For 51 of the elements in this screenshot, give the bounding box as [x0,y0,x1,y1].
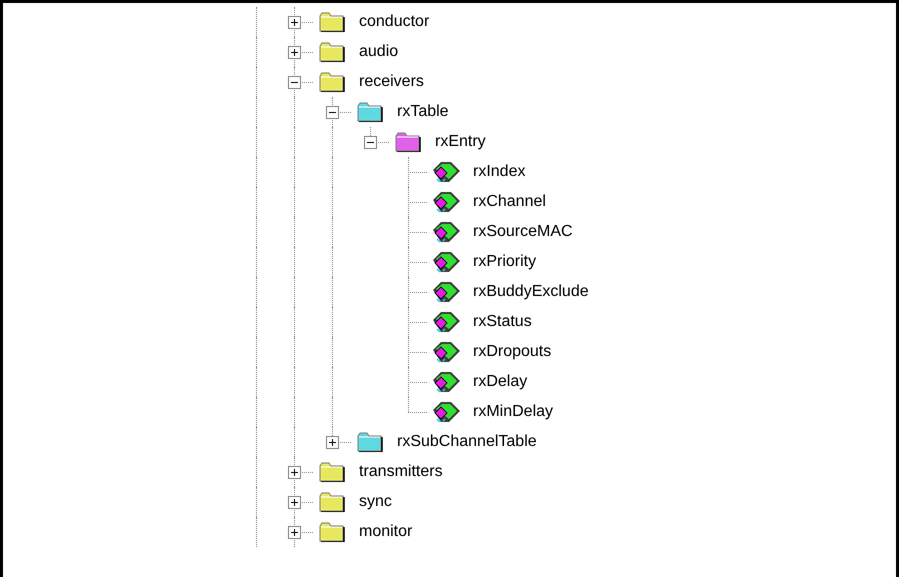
diamond-icon [431,251,461,273]
tree-item-label[interactable]: monitor [358,522,414,542]
expand-toggle[interactable] [364,136,377,149]
expand-toggle[interactable] [288,46,301,59]
diamond-icon [431,401,461,423]
tree-item-label[interactable]: conductor [358,12,430,32]
plus-icon [290,18,299,27]
tree-item-label[interactable]: rxSubChannelTable [396,432,538,452]
folder-icon [319,462,345,482]
folder-icon [319,42,345,62]
expand-toggle[interactable] [288,496,301,509]
diamond-icon [431,191,461,213]
plus-icon [290,498,299,507]
folder-icon [357,102,383,122]
tree-item-label[interactable]: rxStatus [472,312,533,332]
folder-icon [319,492,345,512]
tree-item-label[interactable]: rxIndex [472,162,526,182]
plus-icon [290,528,299,537]
tree-item-label[interactable]: rxEntry [434,132,487,152]
tree-item-label[interactable]: rxSourceMAC [472,222,574,242]
tree-item-label[interactable]: rxDelay [472,372,528,392]
diamond-icon [431,221,461,243]
tree-item-label[interactable]: rxMinDelay [472,402,554,422]
tree-item-label[interactable]: rxTable [396,102,450,122]
tree-item-label[interactable]: rxBuddyExclude [472,282,590,302]
folder-icon [319,522,345,542]
tree-item-label[interactable]: transmitters [358,462,444,482]
diamond-icon [431,371,461,393]
diamond-icon [431,341,461,363]
tree-item-label[interactable]: audio [358,42,400,62]
expand-toggle[interactable] [288,526,301,539]
diamond-icon [431,161,461,183]
expand-toggle[interactable] [288,466,301,479]
tree-item-label[interactable]: sync [358,492,393,512]
folder-icon [395,132,421,152]
tree-item-label[interactable]: rxChannel [472,192,547,212]
expand-toggle[interactable] [288,76,301,89]
tree-item-label[interactable]: receivers [358,72,425,92]
tree-item-label[interactable]: rxPriority [472,252,538,272]
diamond-icon [431,311,461,333]
folder-icon [319,72,345,92]
folder-icon [319,12,345,32]
expand-toggle[interactable] [326,106,339,119]
diamond-icon [431,281,461,303]
plus-icon [290,468,299,477]
folder-icon [357,432,383,452]
plus-icon [290,48,299,57]
tree-item-label[interactable]: rxDropouts [472,342,552,362]
plus-icon [328,438,337,447]
expand-toggle[interactable] [288,16,301,29]
expand-toggle[interactable] [326,436,339,449]
